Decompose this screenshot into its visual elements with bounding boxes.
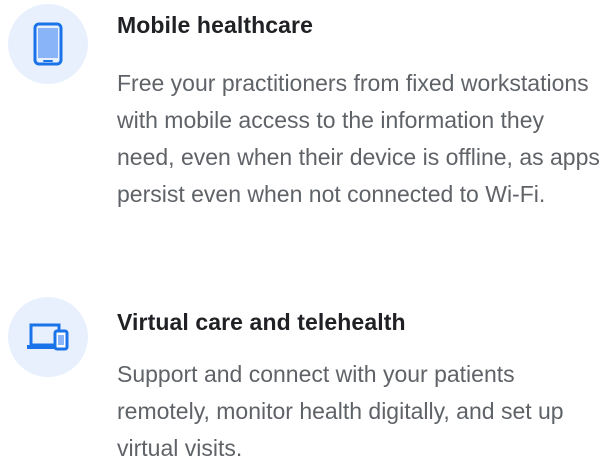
feature-description: Free your practitioners from fixed works… (117, 70, 600, 207)
smartphone-icon-badge (8, 4, 88, 84)
devices-icon (27, 323, 69, 351)
feature-title: Mobile healthcare (117, 12, 313, 38)
smartphone-icon (33, 22, 63, 66)
feature-description: Support and connect with your patients r… (117, 361, 564, 461)
devices-icon-badge (8, 297, 88, 377)
feature-title: Virtual care and telehealth (117, 309, 406, 335)
